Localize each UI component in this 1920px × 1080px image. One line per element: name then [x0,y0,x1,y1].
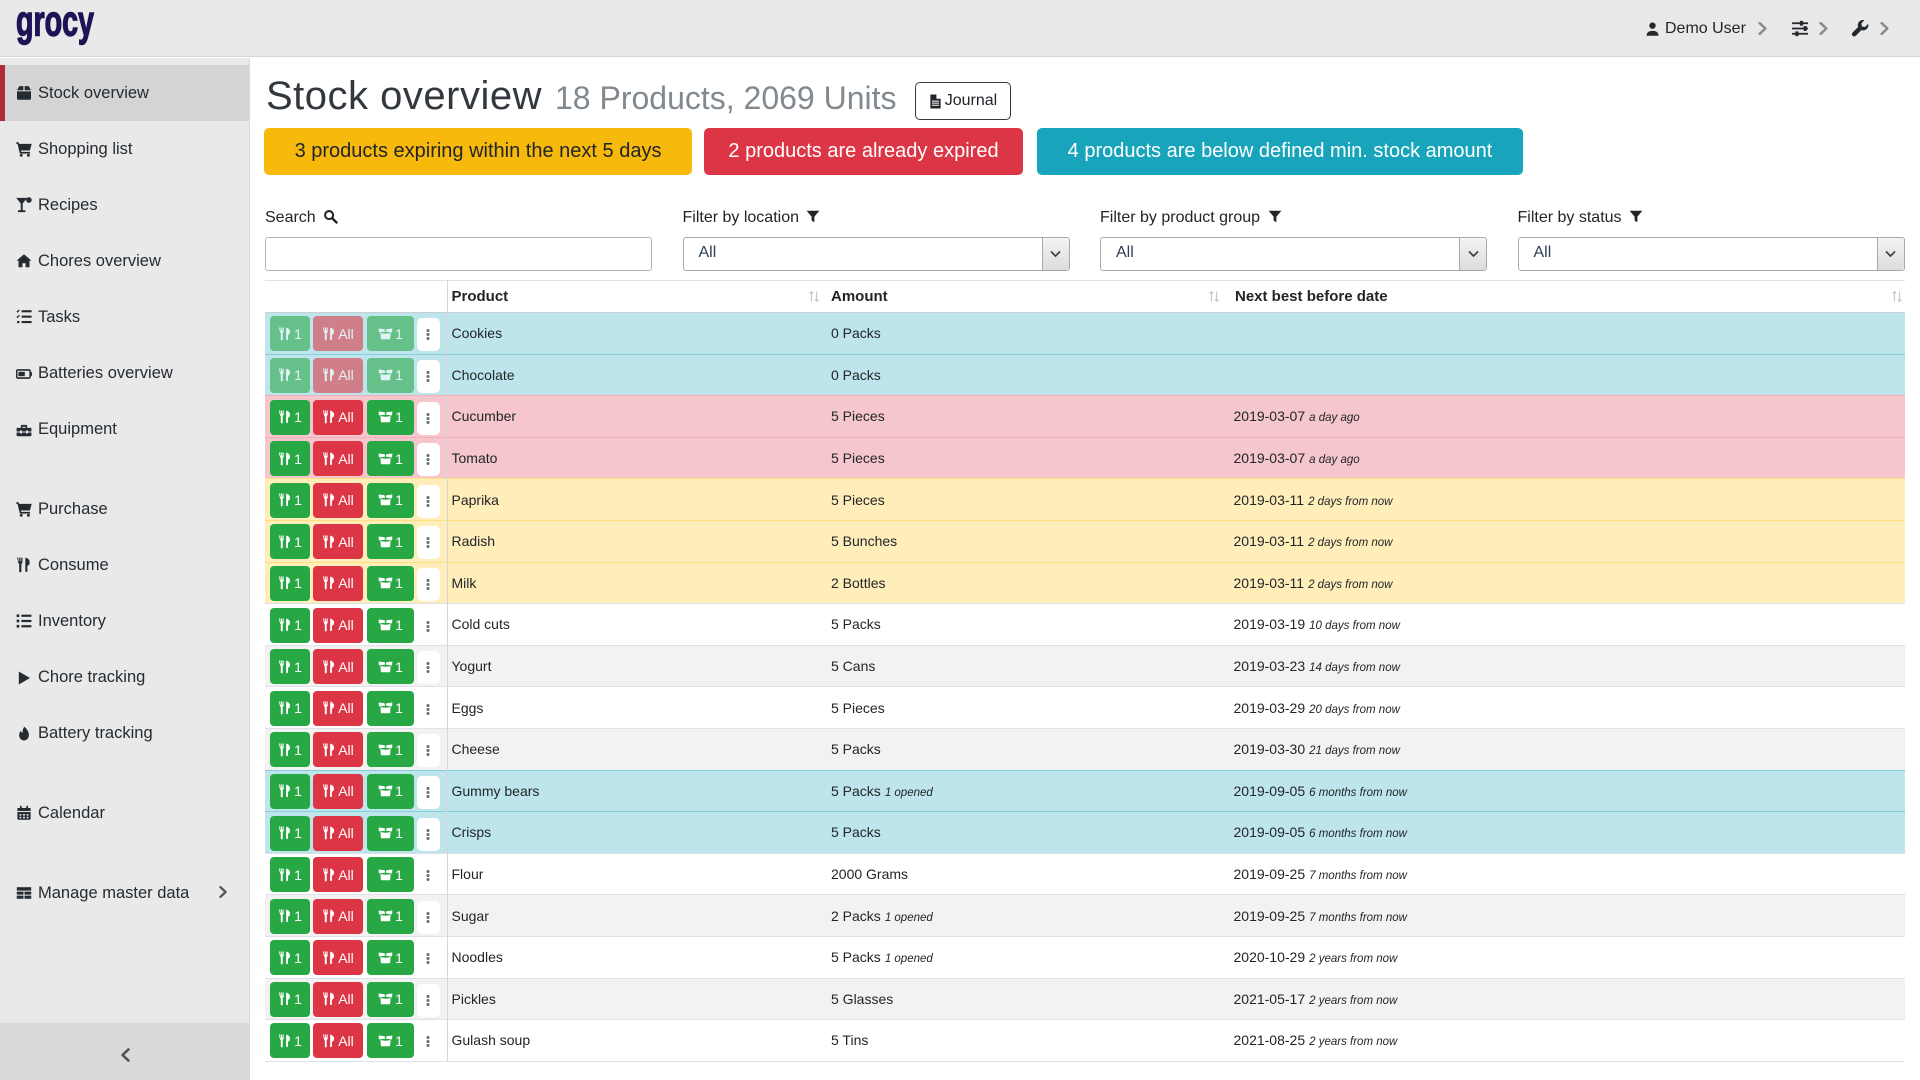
svg-text:grocy: grocy [16,0,94,46]
